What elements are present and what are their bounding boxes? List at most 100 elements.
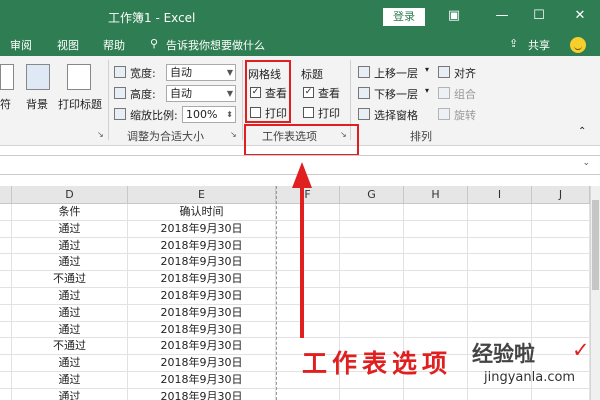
page-setup-launcher-icon[interactable]: ↘ [97, 130, 104, 139]
cell[interactable] [0, 371, 12, 389]
cell-e[interactable]: 2018年9月30日 [128, 338, 276, 356]
cell[interactable] [0, 355, 12, 372]
share-button[interactable]: 共享 [528, 37, 550, 53]
cell[interactable] [468, 304, 532, 322]
ribbon-display-options-icon[interactable]: ▣ [445, 7, 463, 25]
scale-launcher-icon[interactable]: ↘ [230, 130, 237, 139]
cell[interactable] [0, 321, 12, 339]
cell[interactable] [404, 254, 468, 272]
cell-e[interactable]: 2018年9月30日 [128, 371, 276, 389]
cell[interactable] [0, 338, 12, 356]
minimize-icon[interactable]: — [493, 7, 511, 25]
cell-e[interactable]: 2018年9月30日 [128, 355, 276, 372]
column-header-j[interactable]: J [532, 186, 590, 204]
cell-d[interactable]: 通过 [12, 321, 128, 339]
cell[interactable] [468, 254, 532, 272]
cell-d[interactable]: 不通过 [12, 338, 128, 356]
cell[interactable] [468, 388, 532, 400]
cell[interactable] [404, 304, 468, 322]
cell[interactable] [340, 271, 404, 288]
expand-formula-bar-icon[interactable]: ⌄ [582, 158, 590, 168]
cell[interactable] [276, 388, 340, 400]
cell[interactable] [340, 388, 404, 400]
cell[interactable] [468, 271, 532, 288]
cell-e[interactable]: 2018年9月30日 [128, 271, 276, 288]
cell[interactable] [0, 254, 12, 272]
cell[interactable] [468, 321, 532, 339]
cell[interactable] [468, 287, 532, 305]
cell[interactable] [404, 237, 468, 255]
cell[interactable] [404, 321, 468, 339]
cell[interactable] [0, 237, 12, 255]
background-button[interactable]: 背景 [26, 96, 48, 112]
print-titles-button[interactable]: 打印标题 [58, 96, 102, 112]
cell[interactable] [340, 321, 404, 339]
cell[interactable] [532, 254, 590, 272]
cell[interactable] [404, 388, 468, 400]
column-header-h[interactable]: H [404, 186, 468, 204]
column-header-partial[interactable] [0, 186, 12, 204]
chevron-down-icon[interactable]: ▾ [425, 86, 429, 95]
cell[interactable] [532, 321, 590, 339]
cell[interactable] [0, 304, 12, 322]
cell-e[interactable]: 2018年9月30日 [128, 254, 276, 272]
tab-review[interactable]: 审阅 [10, 37, 32, 53]
cell[interactable] [532, 237, 590, 255]
print-titles-icon[interactable] [67, 64, 91, 90]
cell[interactable] [0, 271, 12, 288]
cell-e[interactable]: 确认时间 [128, 204, 276, 221]
maximize-icon[interactable]: ☐ [530, 7, 548, 25]
cell[interactable] [340, 204, 404, 221]
rotate-button[interactable]: 旋转 [454, 107, 476, 123]
cell[interactable] [340, 237, 404, 255]
cell-d[interactable]: 通过 [12, 287, 128, 305]
login-button[interactable]: 登录 [383, 8, 425, 26]
collapse-ribbon-icon[interactable]: ⌃ [578, 126, 586, 137]
cell-d[interactable]: 通过 [12, 220, 128, 238]
cell[interactable] [404, 271, 468, 288]
breaks-icon[interactable] [0, 64, 14, 90]
cell[interactable] [532, 287, 590, 305]
column-header-i[interactable]: I [468, 186, 532, 204]
send-backward-button[interactable]: 下移一层 [374, 86, 418, 102]
align-button[interactable]: 对齐 [454, 65, 476, 81]
column-header-d[interactable]: D [12, 186, 128, 204]
cell-e[interactable]: 2018年9月30日 [128, 388, 276, 400]
cell[interactable] [0, 220, 12, 238]
cell-d[interactable]: 通过 [12, 388, 128, 400]
cell[interactable] [468, 204, 532, 221]
cell-e[interactable]: 2018年9月30日 [128, 304, 276, 322]
cell-e[interactable]: 2018年9月30日 [128, 220, 276, 238]
tab-view[interactable]: 视图 [57, 37, 79, 53]
cell[interactable] [0, 287, 12, 305]
cell-d[interactable]: 通过 [12, 304, 128, 322]
cell-d[interactable]: 不通过 [12, 271, 128, 288]
cell[interactable] [404, 204, 468, 221]
bring-forward-button[interactable]: 上移一层 [374, 65, 418, 81]
selection-pane-button[interactable]: 选择窗格 [374, 107, 418, 123]
cell-d[interactable]: 通过 [12, 355, 128, 372]
width-select[interactable]: 自动 ▼ [166, 64, 236, 81]
zoom-spinner[interactable]: 100% ⬍ [182, 106, 236, 123]
cell-e[interactable]: 2018年9月30日 [128, 237, 276, 255]
group-button[interactable]: 组合 [454, 86, 476, 102]
close-icon[interactable]: ✕ [571, 7, 589, 25]
column-header-e[interactable]: E [128, 186, 276, 204]
vertical-scrollbar[interactable] [590, 186, 600, 400]
cell[interactable] [532, 220, 590, 238]
column-header-g[interactable]: G [340, 186, 404, 204]
cell[interactable] [468, 220, 532, 238]
cell-d[interactable]: 通过 [12, 254, 128, 272]
chevron-down-icon[interactable]: ▾ [425, 65, 429, 74]
feedback-smiley-icon[interactable] [570, 37, 586, 53]
cell[interactable] [340, 254, 404, 272]
height-select[interactable]: 自动 ▼ [166, 85, 236, 102]
cell-e[interactable]: 2018年9月30日 [128, 287, 276, 305]
headings-view-checkbox[interactable]: ✓ [303, 87, 314, 98]
cell-d[interactable]: 通过 [12, 371, 128, 389]
cell[interactable] [340, 220, 404, 238]
cell[interactable] [468, 237, 532, 255]
cell[interactable] [532, 204, 590, 221]
cell[interactable] [404, 220, 468, 238]
background-image-icon[interactable] [26, 64, 50, 90]
